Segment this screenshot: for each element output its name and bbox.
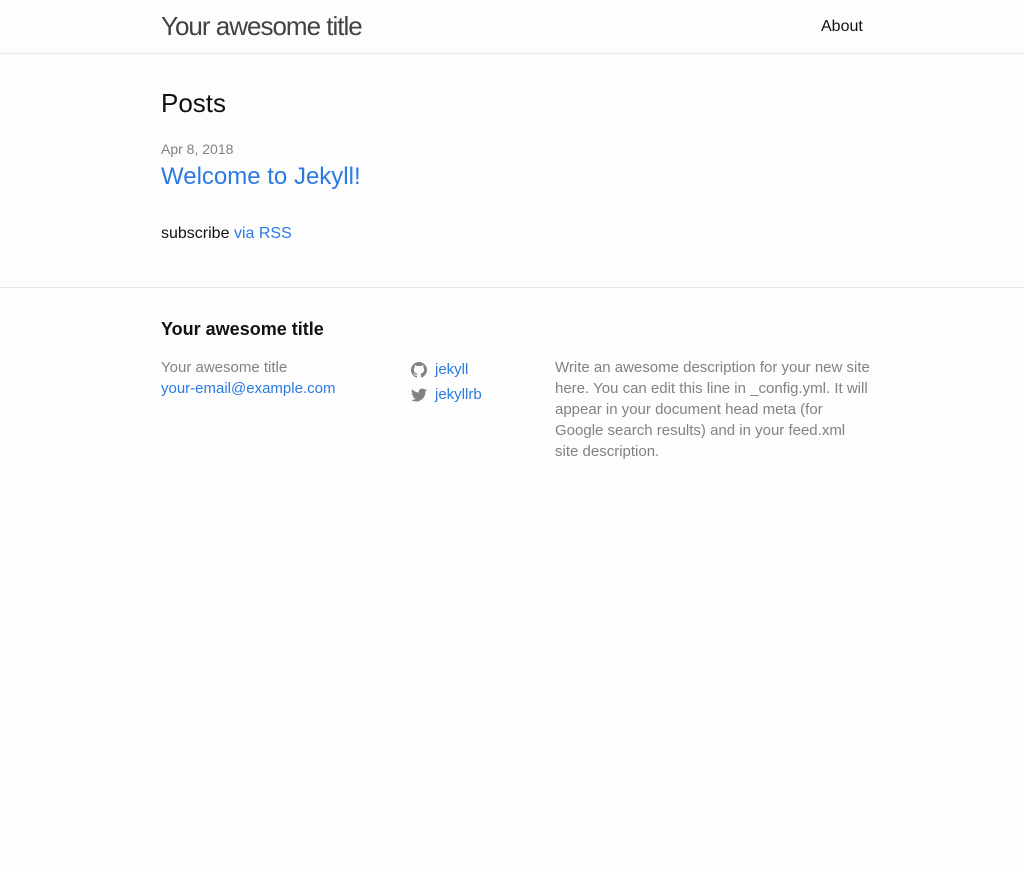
page-heading: Posts: [161, 88, 227, 118]
social-link-twitter[interactable]: jekyllrb: [435, 384, 482, 405]
footer-email-link[interactable]: your-email@example.com: [161, 378, 335, 399]
social-item-twitter[interactable]: jekyllrb: [411, 382, 482, 407]
nav-link-about[interactable]: About: [821, 17, 863, 37]
rss-link[interactable]: via RSS: [234, 225, 292, 242]
github-icon: [411, 361, 427, 378]
footer-social: jekyll jekyllrb: [411, 357, 482, 407]
social-item-github[interactable]: jekyll: [411, 357, 482, 382]
footer-site-name: Your awesome title: [161, 359, 288, 376]
site-header: Your awesome title About: [0, 0, 1024, 54]
post-title-link[interactable]: Welcome to Jekyll!: [161, 162, 361, 192]
post-date: Apr 8, 2018: [161, 141, 234, 157]
footer-description: Write an awesome description for your ne…: [555, 359, 870, 460]
twitter-icon: [411, 388, 427, 401]
site-title-link[interactable]: Your awesome title: [161, 11, 363, 41]
footer-contact: Your awesome title your-email@example.co…: [161, 357, 335, 399]
footer-heading: Your awesome title: [161, 319, 324, 339]
social-link-github[interactable]: jekyll: [435, 359, 468, 380]
site-footer: [0, 287, 1024, 288]
rss-prefix: subscribe: [161, 225, 230, 242]
rss-subscribe: subscribe via RSS: [161, 224, 292, 244]
